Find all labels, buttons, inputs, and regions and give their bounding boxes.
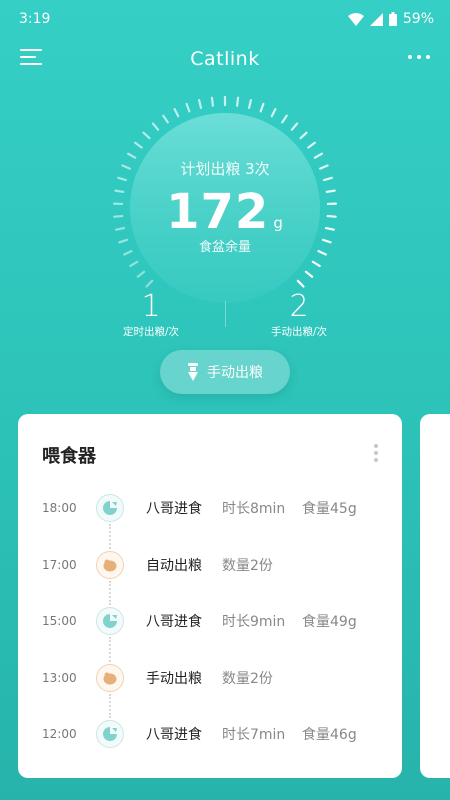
battery-percent: 59% <box>402 11 434 27</box>
feed-detail-secondary: 食量45g <box>302 501 357 517</box>
stat-divider <box>225 301 226 327</box>
manual-feed-label: 手动出粮/次 <box>270 326 328 338</box>
bowl-remaining-value: 172 g <box>113 184 337 240</box>
timeline-connector <box>109 580 111 605</box>
status-icons: 59% <box>347 11 434 27</box>
next-card-peek[interactable] <box>420 414 450 778</box>
card-more-icon[interactable] <box>374 444 378 462</box>
food-gauge: 计划出粮 3次 172 g 食盆余量 <box>113 96 337 320</box>
menu-icon[interactable] <box>20 49 44 69</box>
signal-icon <box>369 12 383 26</box>
feed-event: 手动出粮 <box>146 670 202 687</box>
timeline-connector <box>109 524 111 549</box>
feed-event: 八哥进食 <box>146 727 202 743</box>
feed-time: 15:00 <box>42 614 77 628</box>
remaining-unit: g <box>273 214 284 232</box>
planned-feedings-text: 计划出粮 3次 <box>180 160 270 178</box>
scheduled-feed-count: 1 <box>141 289 161 324</box>
feed-detail-primary: 数量2份 <box>222 670 273 687</box>
feed-detail-secondary: 食量49g <box>302 614 357 630</box>
manual-feed-button[interactable]: 手动出粮 <box>160 350 290 394</box>
cat-icon <box>96 607 124 635</box>
feed-event: 自动出粮 <box>146 557 202 574</box>
feed-detail-primary: 时长9min <box>222 614 286 630</box>
scheduled-feed-label: 定时出粮/次 <box>122 326 180 338</box>
food-drop-icon <box>188 363 198 381</box>
feed-time: 13:00 <box>42 670 77 685</box>
app-title: Catlink <box>190 48 260 70</box>
cat-icon <box>96 494 124 522</box>
remaining-number: 172 <box>166 184 270 240</box>
status-bar: 3:19 59% <box>0 0 450 38</box>
food-icon <box>96 663 124 692</box>
app-bar: Catlink <box>0 38 450 80</box>
feed-log-row: 12:00 八哥进食 时长7min 食量46g <box>18 718 402 750</box>
feed-time: 12:00 <box>42 727 77 741</box>
manual-feed-button-label: 手动出粮 <box>207 365 263 381</box>
cat-icon <box>96 720 124 748</box>
wifi-icon <box>347 12 364 26</box>
feed-time: 18:00 <box>42 501 77 515</box>
scheduled-feed-stat: 1 定时出粮/次 <box>112 292 190 339</box>
feed-detail-primary: 时长7min <box>222 727 286 743</box>
status-time: 3:19 <box>19 11 51 27</box>
manual-feed-count: 2 <box>289 289 309 324</box>
timeline-connector <box>109 637 111 662</box>
feed-detail-primary: 数量2份 <box>222 557 273 574</box>
food-icon <box>96 550 124 579</box>
more-options-icon[interactable] <box>408 55 430 59</box>
feeder-card-title: 喂食器 <box>42 446 96 467</box>
feed-time: 17:00 <box>42 557 77 572</box>
feed-log-row: 13:00 手动出粮 数量2份 <box>18 662 402 694</box>
feed-log-row: 18:00 八哥进食 时长8min 食量45g <box>18 492 402 524</box>
feed-log-row: 15:00 八哥进食 时长9min 食量49g <box>18 605 402 637</box>
battery-icon <box>388 12 397 26</box>
bowl-remaining-label: 食盆余量 <box>198 240 251 255</box>
feeder-card[interactable]: 喂食器 18:00 八哥进食 时长8min 食量45g 17:00 自动出粮 数量2份 15:… <box>18 414 402 778</box>
feed-event: 八哥进食 <box>146 614 202 630</box>
feed-detail-secondary: 食量46g <box>302 727 357 743</box>
feed-log-row: 17:00 自动出粮 数量2份 <box>18 549 402 581</box>
timeline-connector <box>109 693 111 718</box>
manual-feed-stat: 2 手动出粮/次 <box>260 292 338 339</box>
feed-event: 八哥进食 <box>146 501 202 517</box>
feed-detail-primary: 时长8min <box>222 501 286 517</box>
